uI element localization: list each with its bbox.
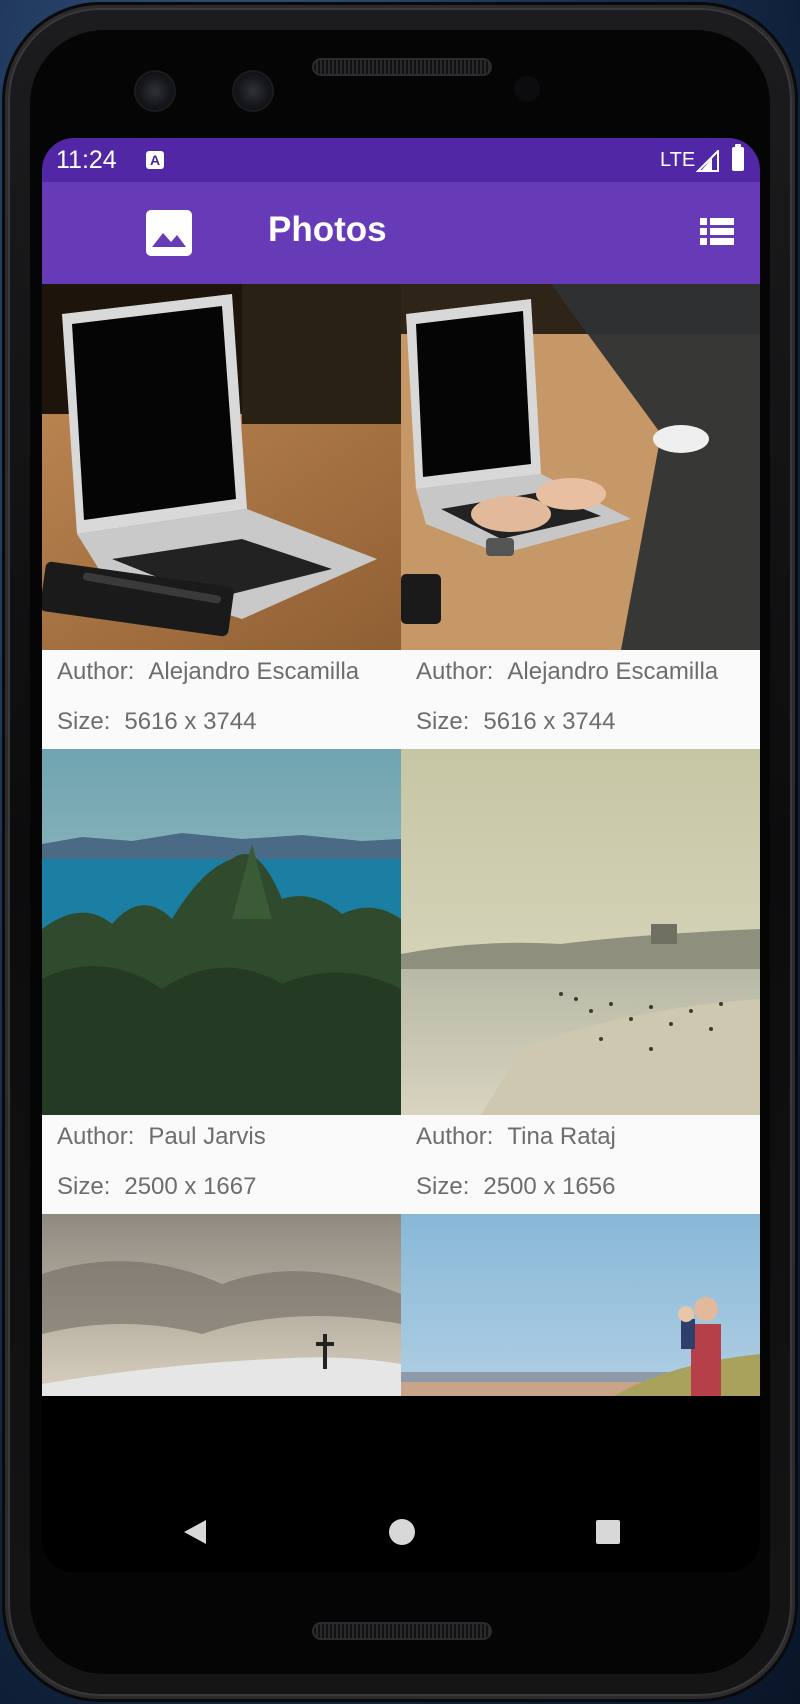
photo-snowy-hill-with-cross: [42, 1214, 401, 1396]
photo-person-typing-on-laptop: [401, 284, 760, 650]
photo-caption: Author: Alejandro Escamilla Size: 5616 x 3…: [401, 650, 760, 749]
screen: 11:24 A LTE Photos Author: Alejandro Esc…: [42, 138, 760, 1572]
photo-card[interactable]: [42, 1214, 401, 1396]
photo-card[interactable]: [401, 1214, 760, 1396]
photo-forest-and-sea: [42, 749, 401, 1115]
author-name: Tina Rataj: [507, 1123, 616, 1150]
back-icon[interactable]: [180, 1516, 212, 1548]
photo-card[interactable]: Author: Tina Rataj Size: 2500 x 1656: [401, 749, 760, 1214]
size-value: 5616 x 3744: [124, 708, 257, 735]
photo-card[interactable]: Author: Paul Jarvis Size: 2500 x 1667: [42, 749, 401, 1214]
photo-card[interactable]: Author: Alejandro Escamilla Size: 5616 x 3…: [42, 284, 401, 749]
network-type: LTE: [660, 149, 696, 171]
size-label: Size:: [416, 708, 470, 735]
photo-caption: Author: Paul Jarvis Size: 2500 x 1667: [42, 1115, 401, 1214]
author-name: Alejandro Escamilla: [507, 658, 719, 685]
battery-icon: [732, 144, 744, 171]
earpiece-speaker: [312, 58, 492, 76]
author-label: Author:: [416, 658, 494, 685]
recents-icon[interactable]: [592, 1516, 624, 1548]
status-time: 11:24: [56, 146, 117, 174]
photo-caption: Author: Tina Rataj Size: 2500 x 1656: [401, 1115, 760, 1214]
author-name: Paul Jarvis: [148, 1123, 266, 1150]
notification-a-icon: A: [146, 151, 164, 169]
photo-hazy-beach: [401, 749, 760, 1115]
size-value: 2500 x 1667: [124, 1173, 257, 1200]
photo-card[interactable]: Author: Alejandro Escamilla Size: 5616 x 3…: [401, 284, 760, 749]
status-bar: 11:24 A LTE: [42, 138, 760, 182]
photo-caption: Author: Alejandro Escamilla Size: 5616 x 3…: [42, 650, 401, 749]
app-bar: Photos: [42, 182, 760, 284]
author-name: Alejandro Escamilla: [148, 658, 360, 685]
size-label: Size:: [57, 708, 111, 735]
bottom-speaker: [312, 1622, 492, 1640]
photo-grid: Author: Alejandro Escamilla Size: 5616 x 3…: [42, 284, 760, 1396]
author-label: Author:: [57, 1123, 135, 1150]
author-label: Author:: [416, 1123, 494, 1150]
size-value: 5616 x 3744: [483, 708, 616, 735]
front-camera-left: [136, 72, 174, 110]
size-label: Size:: [416, 1173, 470, 1200]
photo-laptop-on-desk: [42, 284, 401, 650]
signal-icon: [696, 150, 719, 172]
view-list-icon[interactable]: [700, 218, 734, 246]
home-icon[interactable]: [386, 1516, 418, 1548]
proximity-sensor: [514, 76, 540, 102]
size-value: 2500 x 1656: [483, 1173, 616, 1200]
navigation-bar: [42, 1490, 760, 1572]
app-title: Photos: [268, 210, 387, 249]
front-camera-right: [234, 72, 272, 110]
author-label: Author:: [57, 658, 135, 685]
image-icon: [146, 210, 192, 256]
photo-father-and-child-on-beach: [401, 1214, 760, 1396]
size-label: Size:: [57, 1173, 111, 1200]
